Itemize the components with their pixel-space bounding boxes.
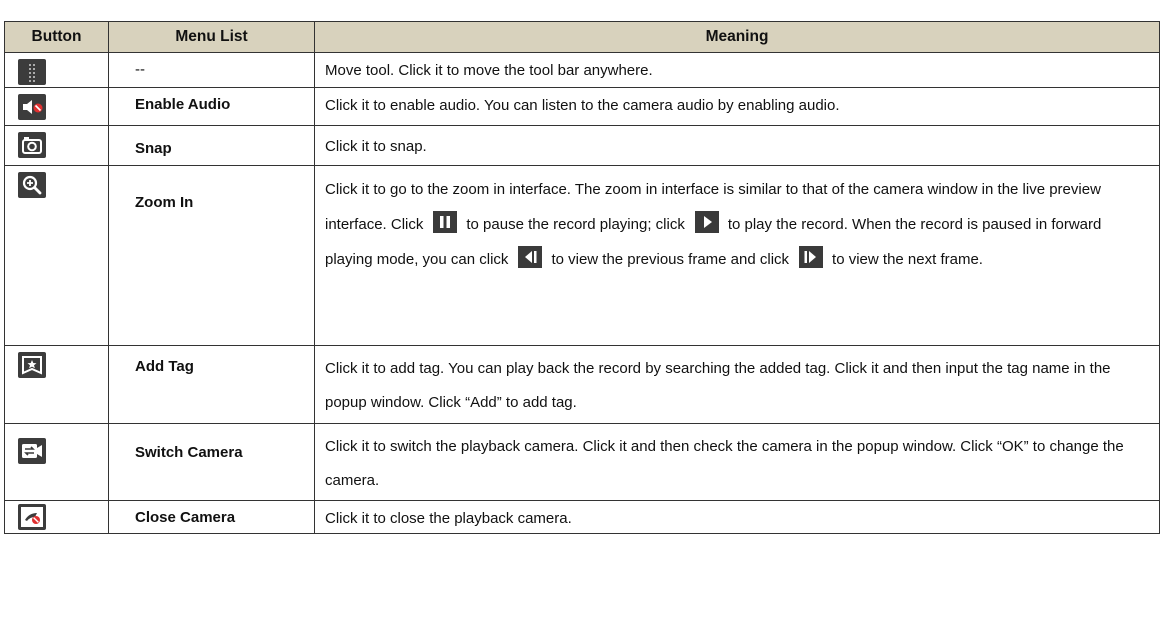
zoom-text-5: to view the next frame. [832,251,983,268]
zoom-text-4: to view the previous frame and click [551,251,790,268]
table-row: Add Tag Click it to add tag. You can pla… [4,345,1160,424]
pause-icon [433,211,458,234]
previous-frame-icon [518,246,543,269]
meaning-cell: Click it to enable audio. You can listen… [314,87,1160,126]
tag-icon [18,352,46,378]
menu-cell: Switch Camera [108,423,315,501]
meaning-cell: Click it to switch the playback camera. … [314,423,1160,501]
table-row: Snap Click it to snap. [4,125,1160,166]
button-cell [4,52,109,88]
menu-cell: Snap [108,125,315,166]
menu-cell: Zoom In [108,165,315,346]
header-meaning: Meaning [314,21,1160,53]
button-reference-table: Button Menu List Meaning -- Move tool. C… [4,21,1160,534]
zoom-text-2: to pause the record playing; click [466,216,685,233]
table-row: Switch Camera Click it to switch the pla… [4,423,1160,501]
menu-cell: -- [108,52,315,88]
table-row: Enable Audio Click it to enable audio. Y… [4,87,1160,126]
menu-cell: Enable Audio [108,87,315,126]
menu-cell: Close Camera [108,500,315,534]
meaning-cell: Click it to go to the zoom in interface.… [314,165,1160,346]
play-icon [694,211,719,234]
meaning-cell: Move tool. Click it to move the tool bar… [314,52,1160,88]
camera-snap-icon [18,132,46,158]
button-cell [4,423,109,501]
zoom-in-icon [18,172,46,198]
table-row: Close Camera Click it to close the playb… [4,500,1160,534]
table-row: Zoom In Click it to go to the zoom in in… [4,165,1160,346]
move-tool-icon [18,59,46,85]
table-header-row: Button Menu List Meaning [4,21,1160,53]
close-camera-icon [18,504,46,530]
next-frame-icon [799,246,824,269]
meaning-cell: Click it to add tag. You can play back t… [314,345,1160,424]
button-cell [4,125,109,166]
header-menu-list: Menu List [108,21,315,53]
button-cell [4,500,109,534]
switch-camera-icon [18,438,46,464]
button-cell [4,87,109,126]
meaning-cell: Click it to snap. [314,125,1160,166]
button-cell [4,165,109,346]
audio-muted-icon [18,94,46,120]
button-cell [4,345,109,424]
meaning-cell: Click it to close the playback camera. [314,500,1160,534]
table-row: -- Move tool. Click it to move the tool … [4,52,1160,88]
menu-cell: Add Tag [108,345,315,424]
header-button: Button [4,21,109,53]
